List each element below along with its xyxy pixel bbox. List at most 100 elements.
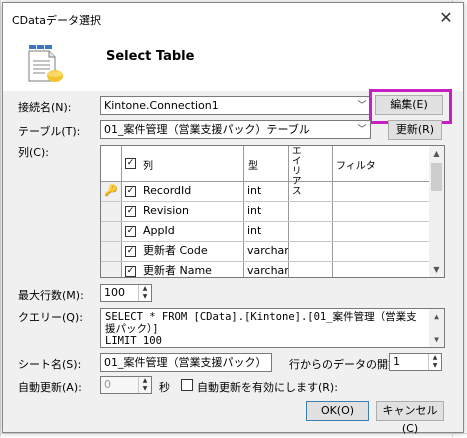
- seconds-unit: 秒: [159, 381, 170, 394]
- columns-table-header: ✓ 列 型 エイリアス フィルタ: [101, 146, 429, 197]
- select-all-checkbox[interactable]: ✓: [125, 158, 136, 169]
- scroll-up-icon[interactable]: ▲: [429, 146, 444, 161]
- filter-cell[interactable]: [333, 182, 429, 201]
- start-row-label: 行からのデータの開始: [289, 358, 399, 371]
- column-name: RecordId: [143, 184, 192, 197]
- column-type: int: [244, 182, 289, 201]
- stepper-arrows-icon[interactable]: ▲ ▼: [428, 354, 441, 370]
- key-cell: [101, 262, 122, 277]
- chevron-down-icon[interactable]: ﹀: [354, 97, 370, 114]
- sheet-gridline: [0, 433, 467, 434]
- sheet-gridline: [0, 0, 1, 437]
- title-bar: CDataデータ選択 ✕: [3, 3, 463, 33]
- auto-refresh-checkbox[interactable]: [181, 379, 193, 391]
- key-cell: 🔑: [101, 182, 122, 201]
- cancel-button[interactable]: キャンセル(C): [376, 401, 444, 435]
- dialog-title: CDataデータ選択: [12, 14, 101, 27]
- filter-cell[interactable]: [333, 222, 429, 241]
- ok-button[interactable]: OK(O): [306, 401, 369, 421]
- table-select[interactable]: 01_案件管理（営業支援パック）テーブル ﹀: [100, 120, 371, 139]
- filter-header-label: フィルタ: [336, 161, 376, 172]
- column-type: varchar: [244, 242, 289, 261]
- filter-cell[interactable]: [333, 202, 429, 221]
- column-checkbox[interactable]: ✓: [125, 186, 136, 197]
- columns-table: ✓ 列 型 エイリアス フィルタ 🔑 ✓ RecordId int ✓ Revi…: [100, 145, 445, 278]
- refresh-button[interactable]: 更新(R): [388, 120, 442, 140]
- sheet-name-input[interactable]: 01_案件管理（営業支援パック）: [100, 353, 272, 372]
- column-name: 更新者 Name: [143, 264, 212, 277]
- column-type: varchar: [244, 262, 289, 277]
- alias-cell[interactable]: [289, 222, 333, 241]
- column-type: int: [244, 202, 289, 221]
- max-rows-stepper[interactable]: 100 ▲ ▼: [100, 284, 152, 302]
- columns-label: 列(C):: [18, 146, 49, 159]
- max-rows-label: 最大行数(M):: [18, 289, 84, 302]
- type-header-label: 型: [248, 161, 258, 172]
- query-label: クエリー(Q):: [18, 311, 83, 324]
- query-textarea[interactable]: SELECT * FROM [CData].[Kintone].[01_案件管理…: [100, 308, 445, 348]
- column-checkbox[interactable]: ✓: [125, 266, 136, 277]
- auto-refresh-stepper[interactable]: 0 ▲ ▼: [100, 376, 152, 394]
- connection-select[interactable]: Kintone.Connection1 ﹀: [100, 96, 371, 115]
- page-title: Select Table: [106, 49, 195, 64]
- connection-value: Kintone.Connection1: [104, 99, 219, 112]
- type-header: 型: [244, 146, 289, 181]
- sheet-label: シート名(S):: [18, 358, 82, 371]
- filter-header: フィルタ: [333, 146, 429, 181]
- stepper-arrows-icon[interactable]: ▲ ▼: [138, 377, 151, 393]
- document-table-icon: [25, 43, 65, 88]
- column-name: 更新者 Code: [143, 244, 208, 257]
- column-checkbox[interactable]: ✓: [125, 246, 136, 257]
- auto-refresh-value: 0: [104, 378, 111, 391]
- scroll-thumb[interactable]: [431, 163, 442, 191]
- alias-cell[interactable]: [289, 262, 333, 277]
- table-row[interactable]: 🔑 ✓ RecordId int: [101, 182, 429, 202]
- column-header: ✓ 列: [122, 146, 244, 181]
- start-row-stepper[interactable]: 1 ▲ ▼: [389, 353, 442, 371]
- column-name-cell: ✓ 更新者 Name: [122, 262, 244, 277]
- key-cell: [101, 242, 122, 261]
- column-name-cell: ✓ AppId: [122, 222, 244, 241]
- key-icon: 🔑: [104, 184, 118, 197]
- max-rows-value: 100: [104, 286, 125, 299]
- table-row[interactable]: ✓ 更新者 Name varchar: [101, 262, 429, 277]
- column-name: Revision: [143, 204, 189, 217]
- stepper-arrows-icon[interactable]: ▲ ▼: [138, 285, 151, 301]
- table-row[interactable]: ✓ 更新者 Code varchar: [101, 242, 429, 262]
- alias-cell[interactable]: [289, 202, 333, 221]
- table-label: テーブル(T):: [18, 125, 81, 138]
- table-row[interactable]: ✓ Revision int: [101, 202, 429, 222]
- column-name: AppId: [143, 224, 175, 237]
- dialog-header: Select Table: [3, 33, 463, 91]
- key-header: [101, 146, 122, 181]
- auto-refresh-checkbox-label: 自動更新を有効にします(R):: [197, 381, 338, 394]
- column-name-cell: ✓ RecordId: [122, 182, 244, 201]
- columns-scrollbar[interactable]: ▲ ▼: [429, 146, 444, 277]
- table-value: 01_案件管理（営業支援パック）テーブル: [104, 123, 310, 136]
- connection-label: 接続名(N):: [18, 101, 72, 114]
- column-type: int: [244, 222, 289, 241]
- scroll-down-icon[interactable]: ▼: [429, 332, 444, 347]
- query-scrollbar[interactable]: ▲ ▼: [429, 309, 444, 347]
- query-line: LIMIT 100: [105, 335, 162, 347]
- column-name-cell: ✓ Revision: [122, 202, 244, 221]
- column-checkbox[interactable]: ✓: [125, 226, 136, 237]
- alias-cell[interactable]: [289, 242, 333, 261]
- chevron-down-icon[interactable]: ﹀: [354, 121, 370, 138]
- cdata-select-dialog: CDataデータ選択 ✕ Select Table 接続名(N): Kinton…: [2, 2, 464, 435]
- key-cell: [101, 202, 122, 221]
- query-line: SELECT * FROM [CData].[Kintone].[01_案件管理…: [105, 311, 417, 335]
- alias-cell[interactable]: [289, 182, 333, 201]
- column-checkbox[interactable]: ✓: [125, 206, 136, 217]
- edit-button[interactable]: 編集(E): [375, 95, 443, 115]
- auto-refresh-label: 自動更新(A):: [18, 381, 82, 394]
- column-name-cell: ✓ 更新者 Code: [122, 242, 244, 261]
- filter-cell[interactable]: [333, 242, 429, 261]
- scroll-up-icon[interactable]: ▲: [429, 309, 444, 324]
- table-row[interactable]: ✓ AppId int: [101, 222, 429, 242]
- scroll-down-icon[interactable]: ▼: [429, 262, 444, 277]
- close-icon[interactable]: ✕: [435, 7, 457, 29]
- filter-cell[interactable]: [333, 262, 429, 277]
- column-header-label: 列: [143, 161, 153, 172]
- sheet-name-value: 01_案件管理（営業支援パック）: [104, 356, 267, 369]
